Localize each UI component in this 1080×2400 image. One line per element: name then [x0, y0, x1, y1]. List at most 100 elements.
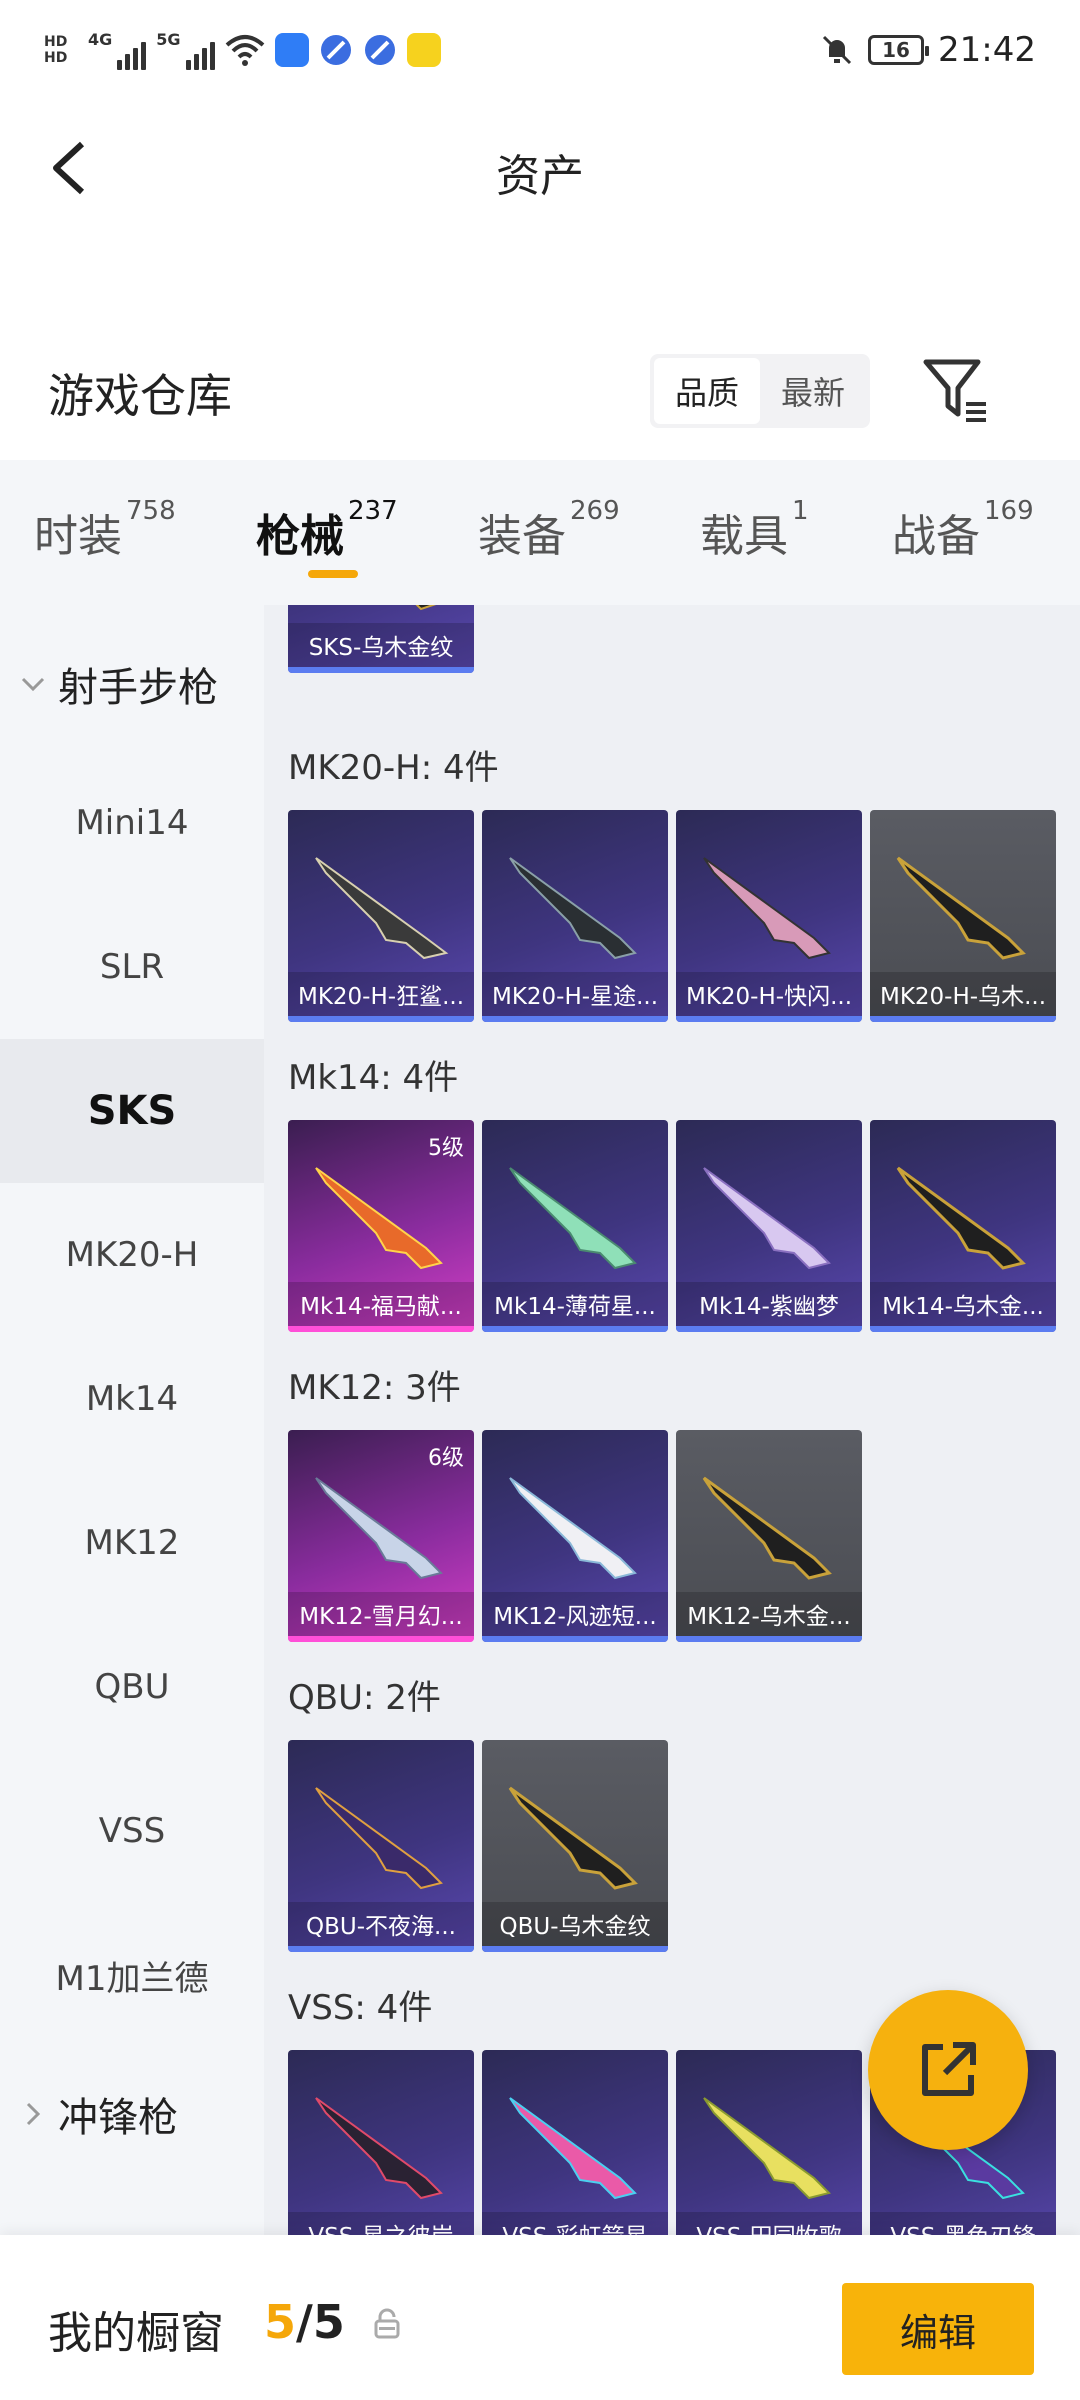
weapon-card-name: VSS-星之彼岸	[288, 2212, 474, 2235]
weapon-card[interactable]: SKS-乌木金纹	[288, 605, 474, 673]
showcase-title: 我的橱窗	[48, 2308, 224, 2359]
rifle-icon	[509, 1167, 637, 1270]
sidebar-item-mk12[interactable]: MK12	[0, 1471, 264, 1615]
sidebar-category-marksman[interactable]: 射手步枪	[18, 655, 218, 713]
rarity-strip	[870, 1016, 1056, 1022]
rifle-icon	[315, 857, 449, 960]
asset-page: HD HD 4G 5G 16 21:42 资产 游戏仓库 品质 最新 时装 75…	[0, 0, 1080, 2400]
rarity-strip	[482, 1636, 668, 1642]
weapon-card-name: MK20-H-狂鲨...	[288, 972, 474, 1016]
sidebar-category-label: 射手步枪	[58, 665, 218, 711]
sidebar-item-mk20h[interactable]: MK20-H	[0, 1183, 264, 1327]
rifle-icon	[702, 1476, 832, 1580]
chevron-right-icon	[26, 2102, 41, 2126]
chevron-down-icon	[21, 677, 45, 692]
rifle-icon	[896, 856, 1026, 960]
section-title: Mk14: 4件	[288, 1058, 459, 1098]
tab-supplies[interactable]: 战备 169	[892, 496, 1034, 564]
weapon-card-name: MK20-H-乌木...	[870, 972, 1056, 1016]
rarity-strip	[676, 1326, 862, 1332]
top-header: 资产	[0, 100, 1080, 240]
warehouse-title: 游戏仓库	[48, 369, 232, 423]
browser-icon-2	[364, 35, 395, 65]
weapon-card[interactable]: MK12-乌木金...	[676, 1430, 862, 1642]
sidebar-item-vss[interactable]: VSS	[0, 1759, 264, 1903]
sidebar-item-mk14[interactable]: Mk14	[0, 1327, 264, 1471]
sidebar-item-slr[interactable]: SLR	[0, 895, 264, 1039]
weapon-card-name: QBU-乌木金纹	[482, 1902, 668, 1946]
sidebar-item-qbu[interactable]: QBU	[0, 1615, 264, 1759]
weapon-card-name: Mk14-薄荷星...	[482, 1282, 668, 1326]
tab-label: 装备	[478, 511, 566, 562]
status-left: HD HD 4G 5G	[44, 24, 441, 76]
network-label-5g: 5G	[156, 30, 181, 49]
active-tab-indicator	[308, 570, 358, 578]
rifle-icon	[315, 2097, 443, 2200]
weapon-card[interactable]: 6级 MK12-雪月幻...	[288, 1430, 474, 1642]
section-title: QBU: 2件	[288, 1678, 441, 1718]
weapon-card[interactable]: VSS-彩虹箭星	[482, 2050, 668, 2235]
rifle-icon	[703, 1167, 831, 1270]
weapon-card[interactable]: QBU-不夜海...	[288, 1740, 474, 1952]
rarity-strip	[288, 1326, 474, 1332]
weapon-card[interactable]: Mk14-乌木金...	[870, 1120, 1056, 1332]
warehouse-row: 游戏仓库 品质 最新	[0, 330, 1080, 450]
showcase-total: 5	[312, 2295, 345, 2349]
weapon-card-name: MK12-雪月幻...	[288, 1592, 474, 1636]
section-title: MK12: 3件	[288, 1368, 461, 1408]
weapon-card-name: Mk14-乌木金...	[870, 1282, 1056, 1326]
weapon-card[interactable]: Mk14-紫幽梦	[676, 1120, 862, 1332]
rifle-icon	[509, 1477, 637, 1580]
rarity-strip	[482, 1946, 668, 1952]
weapon-card[interactable]: MK20-H-狂鲨...	[288, 810, 474, 1022]
tab-fashion[interactable]: 时装 758	[34, 496, 176, 564]
sidebar-item-mini14[interactable]: Mini14	[0, 751, 264, 895]
rifle-icon	[703, 2097, 831, 2200]
weapon-card[interactable]: VSS-星之彼岸	[288, 2050, 474, 2235]
weapon-card-name: VSS-田园牧歌	[676, 2212, 862, 2235]
game-app-icon	[406, 33, 441, 67]
share-fab[interactable]	[868, 1990, 1028, 2150]
rifle-icon	[509, 857, 637, 960]
weapon-card[interactable]: MK12-风迹短...	[482, 1430, 668, 1642]
weapon-card-name: MK12-风迹短...	[482, 1592, 668, 1636]
sidebar-item-m1-garand[interactable]: M1加兰德	[0, 1903, 264, 2047]
rarity-strip	[482, 1016, 668, 1022]
status-bar: HD HD 4G 5G 16 21:42	[0, 0, 1080, 100]
weapon-card-name: SKS-乌木金纹	[288, 623, 474, 667]
sort-latest-button[interactable]: 最新	[760, 358, 866, 424]
weapon-card[interactable]: 5级 Mk14-福马献...	[288, 1120, 474, 1332]
tab-vehicles[interactable]: 载具 1	[700, 496, 809, 564]
filter-icon[interactable]	[920, 354, 992, 426]
sort-quality-button[interactable]: 品质	[654, 358, 760, 424]
tab-count: 237	[348, 496, 398, 526]
weapon-card-name: VSS-黑色刃锋	[870, 2212, 1056, 2235]
edit-button[interactable]: 编辑	[842, 2283, 1034, 2375]
section-title: MK20-H: 4件	[288, 748, 499, 788]
weapon-sidebar: 射手步枪 Mini14 SLR SKS MK20-H Mk14 MK12 QBU…	[0, 605, 264, 2235]
wifi-icon	[225, 35, 264, 66]
tab-label: 战备	[892, 511, 980, 562]
tab-count: 169	[984, 496, 1034, 526]
rifle-icon	[896, 1166, 1026, 1270]
tab-guns[interactable]: 枪械 237	[256, 496, 398, 564]
hd-indicator: HD HD	[44, 34, 78, 66]
rarity-strip	[676, 1016, 862, 1022]
rarity-strip	[288, 1016, 474, 1022]
sidebar-category-smg[interactable]: 冲锋枪	[18, 2085, 178, 2143]
weapon-card[interactable]: VSS-田园牧歌	[676, 2050, 862, 2235]
network-label-4g: 4G	[88, 30, 113, 49]
weapon-card[interactable]: Mk14-薄荷星...	[482, 1120, 668, 1332]
weapon-card[interactable]: MK20-H-星途...	[482, 810, 668, 1022]
weapon-card[interactable]: QBU-乌木金纹	[482, 1740, 668, 1952]
tab-equipment[interactable]: 装备 269	[478, 496, 620, 564]
sidebar-item-sks[interactable]: SKS	[0, 1039, 264, 1183]
rifle-icon	[315, 1787, 443, 1890]
weapon-card[interactable]: MK20-H-乌木...	[870, 810, 1056, 1022]
app-store-icon	[274, 33, 309, 67]
weapon-card-name: MK20-H-快闪...	[676, 972, 862, 1016]
section-title: VSS: 4件	[288, 1988, 433, 2028]
weapon-card[interactable]: MK20-H-快闪...	[676, 810, 862, 1022]
rarity-strip	[288, 667, 474, 673]
tab-count: 1	[792, 496, 809, 526]
